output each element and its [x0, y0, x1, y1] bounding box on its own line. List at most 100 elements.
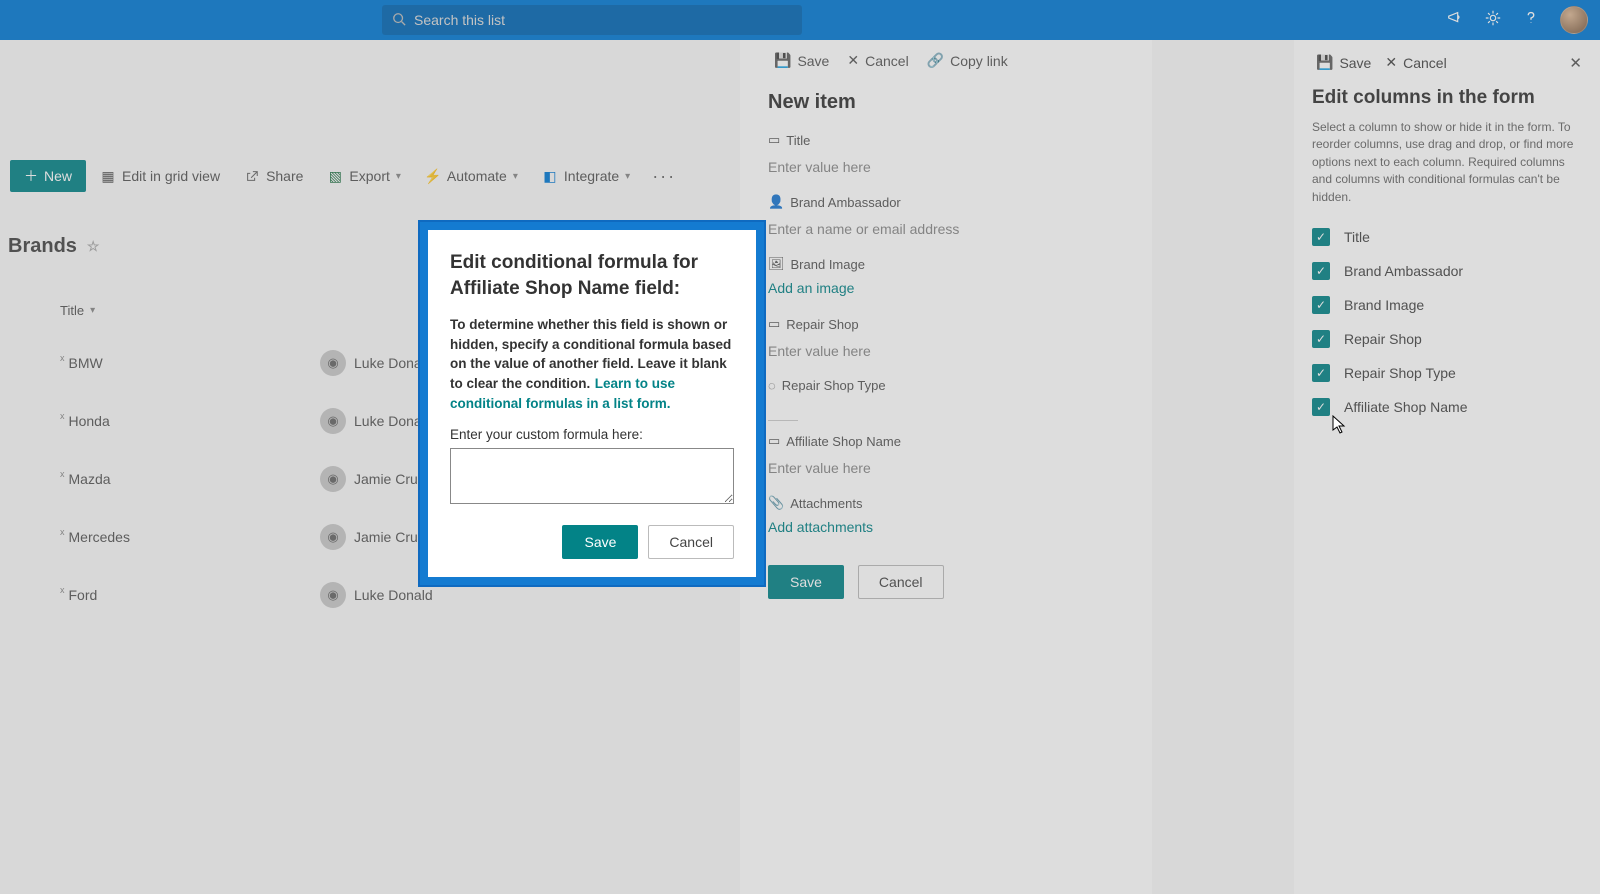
col-item-label: Brand Image	[1344, 297, 1424, 313]
new-button[interactable]: ＋ New	[10, 160, 86, 192]
col-item-repair-shop[interactable]: ✓ Repair Shop	[1312, 322, 1582, 356]
edit-grid-button[interactable]: ▦ Edit in grid view	[90, 162, 230, 190]
person-icon: ◉	[320, 524, 346, 550]
copylink-label: Copy link	[950, 53, 1008, 69]
add-image-link[interactable]: Add an image	[768, 276, 854, 304]
col-item-title[interactable]: ✓ Title	[1312, 220, 1582, 254]
help-icon[interactable]	[1522, 9, 1540, 32]
save-icon: 💾	[1316, 54, 1333, 71]
cols-save-button[interactable]: 💾 Save	[1312, 52, 1375, 73]
affiliate-shop-name-field[interactable]	[768, 453, 1124, 483]
share-icon	[244, 168, 260, 184]
integrate-icon: ◧	[542, 168, 558, 184]
checkbox-checked-icon[interactable]: ✓	[1312, 398, 1330, 416]
image-icon: 🖼	[768, 256, 785, 272]
col-item-label: Title	[1344, 229, 1370, 245]
panel-close-icon[interactable]: ✕	[1569, 54, 1582, 72]
modal-cancel-button[interactable]: Cancel	[648, 525, 734, 559]
modal-title: Edit conditional formula for Affiliate S…	[450, 250, 734, 301]
col-item-label: Repair Shop	[1344, 331, 1422, 347]
form-cancel-button[interactable]: Cancel	[858, 565, 944, 599]
star-icon[interactable]: ☆	[87, 238, 100, 255]
link-icon: 🔗	[927, 52, 944, 69]
form-heading: New item	[740, 77, 1152, 126]
title-field[interactable]	[768, 152, 1124, 182]
chevron-down-icon: ▾	[396, 171, 401, 182]
more-button[interactable]: ···	[644, 166, 684, 187]
col-item-label: Repair Shop Type	[1344, 365, 1456, 381]
automate-label: Automate	[447, 168, 507, 184]
field-label-repair-shop-type: Repair Shop Type	[782, 378, 886, 393]
command-bar: ＋ New ▦ Edit in grid view Share ▧ Export…	[10, 160, 684, 192]
checkbox-checked-icon[interactable]: ✓	[1312, 262, 1330, 280]
search-input[interactable]	[414, 12, 792, 28]
search-icon	[392, 12, 406, 29]
search-box[interactable]	[382, 5, 802, 35]
person-icon: ◉	[320, 466, 346, 492]
col-item-brand-ambassador[interactable]: ✓ Brand Ambassador	[1312, 254, 1582, 288]
text-icon: ▭	[768, 316, 780, 332]
megaphone-icon[interactable]	[1446, 9, 1464, 32]
col-item-label: Affiliate Shop Name	[1344, 399, 1467, 415]
person-icon: ◉	[320, 582, 346, 608]
cell-person: Luke Donald	[354, 587, 433, 603]
share-button[interactable]: Share	[234, 162, 313, 190]
field-label-brand-image: Brand Image	[791, 257, 865, 272]
repair-shop-field[interactable]	[768, 336, 1124, 366]
add-attachments-link[interactable]: Add attachments	[768, 515, 873, 543]
cols-description: Select a column to show or hide it in th…	[1294, 119, 1600, 220]
cols-list: ✓ Title ✓ Brand Ambassador ✓ Brand Image ✓ R…	[1294, 220, 1600, 424]
cell-title: BMW	[69, 355, 103, 371]
modal-save-button[interactable]: Save	[562, 525, 638, 559]
cancel-label: Cancel	[1403, 55, 1447, 71]
formula-textarea[interactable]	[450, 448, 734, 504]
new-label: New	[44, 168, 72, 184]
integrate-button[interactable]: ◧ Integrate ▾	[532, 162, 640, 190]
share-label: Share	[266, 168, 303, 184]
col-title[interactable]: Title ▾	[60, 303, 260, 318]
gear-icon[interactable]	[1484, 9, 1502, 32]
edit-columns-panel: 💾 Save ✕ Cancel ✕ Edit columns in the fo…	[1294, 40, 1600, 894]
cols-heading: Edit columns in the form	[1294, 81, 1600, 119]
brand-ambassador-field[interactable]	[768, 214, 1124, 244]
col-item-affiliate-shop-name[interactable]: ✓ Affiliate Shop Name	[1312, 390, 1582, 424]
form-save-button[interactable]: 💾 Save	[768, 50, 835, 71]
col-item-brand-image[interactable]: ✓ Brand Image	[1312, 288, 1582, 322]
checkbox-checked-icon[interactable]: ✓	[1312, 228, 1330, 246]
checkbox-checked-icon[interactable]: ✓	[1312, 330, 1330, 348]
col-item-repair-shop-type[interactable]: ✓ Repair Shop Type	[1312, 356, 1582, 390]
automate-button[interactable]: ⚡ Automate ▾	[415, 162, 528, 190]
copy-link-button[interactable]: 🔗 Copy link	[921, 50, 1014, 71]
attachment-icon: 📎	[768, 495, 784, 511]
field-label-brand-ambassador: Brand Ambassador	[790, 195, 901, 210]
chevron-down-icon: ▾	[513, 171, 518, 182]
text-icon: ▭	[768, 433, 780, 449]
field-label-attachments: Attachments	[790, 496, 862, 511]
form-panel-toolbar: 💾 Save ✕ Cancel 🔗 Copy link	[740, 40, 1152, 77]
list-title-text: Brands	[8, 235, 77, 258]
cell-title: Ford	[69, 587, 98, 603]
close-icon: ✕	[1385, 54, 1397, 71]
checkbox-checked-icon[interactable]: ✓	[1312, 296, 1330, 314]
person-icon: 👤	[768, 194, 784, 210]
cell-title: Mercedes	[69, 529, 130, 545]
avatar[interactable]	[1560, 6, 1588, 34]
cancel-label: Cancel	[865, 53, 909, 69]
conditional-formula-modal: Edit conditional formula for Affiliate S…	[418, 220, 766, 587]
checkbox-checked-icon[interactable]: ✓	[1312, 364, 1330, 382]
repair-shop-type-field[interactable]	[768, 397, 798, 421]
cell-title: Honda	[69, 413, 110, 429]
formula-label: Enter your custom formula here:	[450, 427, 734, 442]
form-save-button[interactable]: Save	[768, 565, 844, 599]
plus-icon: ＋	[24, 166, 38, 186]
form-cancel-button[interactable]: ✕ Cancel	[841, 50, 914, 71]
col-item-label: Brand Ambassador	[1344, 263, 1463, 279]
list-title: Brands ☆	[8, 235, 99, 258]
export-button[interactable]: ▧ Export ▾	[317, 162, 411, 190]
cols-cancel-button[interactable]: ✕ Cancel	[1381, 52, 1450, 73]
excel-icon: ▧	[327, 168, 343, 184]
person-icon: ◉	[320, 408, 346, 434]
person-icon: ◉	[320, 350, 346, 376]
automate-icon: ⚡	[425, 168, 441, 184]
chevron-down-icon: ▾	[625, 171, 630, 182]
